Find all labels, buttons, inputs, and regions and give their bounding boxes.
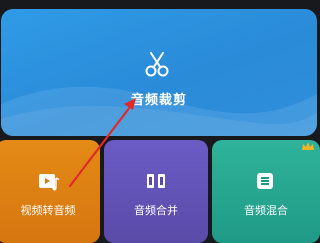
video-to-audio-label: 视频转音频 (20, 204, 76, 217)
app-screen: 音频裁剪 视频转音频 音频合并 音频混合 (0, 0, 320, 243)
audio-merge-tile[interactable]: 音频合并 (104, 140, 208, 243)
audio-mix-tile[interactable]: 音频混合 (212, 140, 320, 243)
audio-trim-label: 音频裁剪 (130, 93, 187, 108)
video-to-audio-tile[interactable]: 视频转音频 (0, 140, 100, 243)
crown-icon (302, 142, 314, 150)
scissors-icon (145, 52, 169, 77)
audio-merge-label: 音频合并 (134, 204, 178, 217)
mix-icon (257, 173, 273, 189)
audio-trim-card[interactable]: 音频裁剪 (1, 9, 317, 136)
merge-icon (147, 174, 165, 188)
audio-mix-label: 音频混合 (244, 204, 288, 217)
video-music-icon (39, 174, 60, 191)
